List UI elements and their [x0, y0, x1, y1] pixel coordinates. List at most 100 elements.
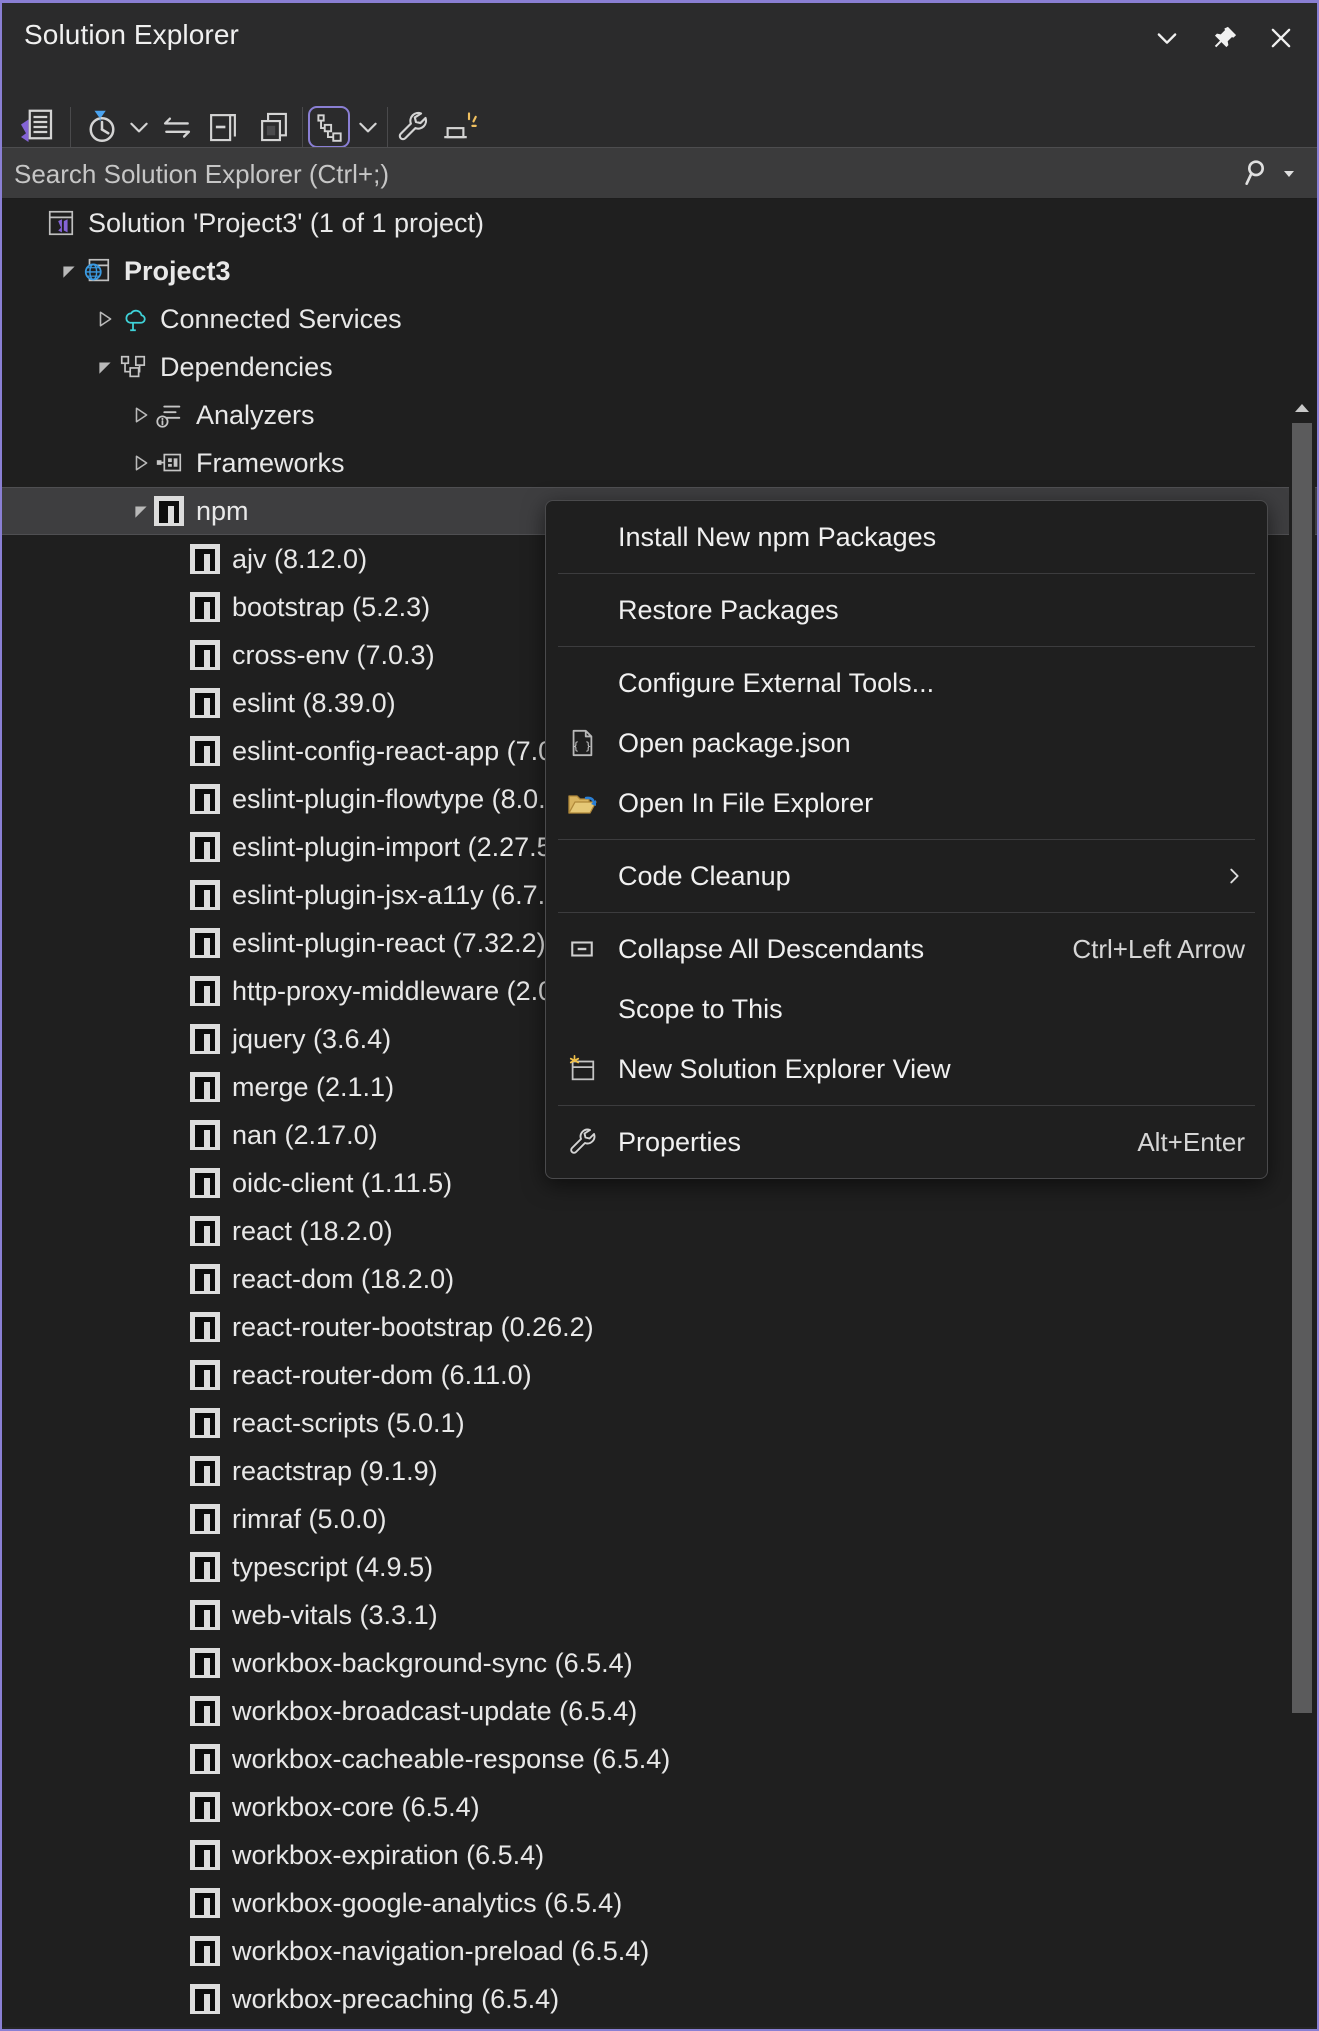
collapse-icon: [546, 936, 618, 962]
connected-services-icon: [118, 304, 148, 334]
page-title: Solution Explorer: [24, 19, 239, 51]
menu-item[interactable]: Configure External Tools...: [546, 653, 1267, 713]
tree-row[interactable]: workbox-precaching (6.5.4): [2, 1975, 1317, 2023]
view-dropdown-chevron-icon[interactable]: [355, 114, 381, 140]
expander-collapsed-icon[interactable]: [128, 450, 154, 476]
tree-row[interactable]: rimraf (5.0.0): [2, 1495, 1317, 1543]
tree-row-label: jquery (3.6.4): [232, 1026, 391, 1053]
search-dropdown-caret-icon: [1281, 165, 1297, 181]
home-view-icon[interactable]: [16, 107, 56, 147]
tree-row[interactable]: Analyzers: [2, 391, 1317, 439]
vertical-scrollbar[interactable]: [1289, 397, 1315, 2025]
search-magnifier-icon[interactable]: [1242, 157, 1297, 189]
vertical-scroll-thumb[interactable]: [1292, 423, 1312, 1713]
tree-row-label: workbox-precaching (6.5.4): [232, 1986, 559, 2013]
collapse-all-icon[interactable]: [204, 108, 242, 146]
expander-collapsed-icon[interactable]: [128, 402, 154, 428]
npm-icon: [190, 1792, 220, 1822]
menu-item-shortcut: Alt+Enter: [1137, 1127, 1267, 1158]
tree-row[interactable]: react-scripts (5.0.1): [2, 1399, 1317, 1447]
npm-icon: [190, 1936, 220, 1966]
menu-item[interactable]: PropertiesAlt+Enter: [546, 1112, 1267, 1172]
tree-row[interactable]: workbox-broadcast-update (6.5.4): [2, 1687, 1317, 1735]
tree-row[interactable]: workbox-core (6.5.4): [2, 1783, 1317, 1831]
menu-item-label: Collapse All Descendants: [618, 934, 1072, 965]
menu-divider: [558, 1105, 1255, 1106]
expander-expanded-icon[interactable]: [56, 258, 82, 284]
menu-item-label: Configure External Tools...: [618, 668, 1267, 699]
tree-row-label: react-dom (18.2.0): [232, 1266, 454, 1293]
npm-icon: [190, 1600, 220, 1630]
tree-row[interactable]: web-vitals (3.3.1): [2, 1591, 1317, 1639]
panel-toolbar: [2, 75, 1317, 147]
menu-item-label: New Solution Explorer View: [618, 1054, 1267, 1085]
tree-row-label: cross-env (7.0.3): [232, 642, 435, 669]
view-class-diagram-icon[interactable]: [312, 110, 346, 144]
tree-row-label: workbox-core (6.5.4): [232, 1794, 480, 1821]
tree-row[interactable]: workbox-cacheable-response (6.5.4): [2, 1735, 1317, 1783]
tree-row[interactable]: reactstrap (9.1.9): [2, 1447, 1317, 1495]
npm-icon: [190, 1456, 220, 1486]
menu-item[interactable]: Collapse All DescendantsCtrl+Left Arrow: [546, 919, 1267, 979]
npm-icon: [190, 1504, 220, 1534]
npm-icon: [190, 640, 220, 670]
svg-text:{ }: { }: [573, 741, 592, 753]
sync-with-active-document-icon[interactable]: [158, 108, 196, 146]
npm-icon: [190, 1408, 220, 1438]
tree-row[interactable]: workbox-background-sync (6.5.4): [2, 1639, 1317, 1687]
tree-row-label: workbox-cacheable-response (6.5.4): [232, 1746, 670, 1773]
menu-divider: [558, 839, 1255, 840]
tree-row[interactable]: Solution 'Project3' (1 of 1 project): [2, 199, 1317, 247]
chevron-down-icon[interactable]: [1141, 13, 1193, 63]
tree-row[interactable]: Dependencies: [2, 343, 1317, 391]
solution-explorer-panel: Solution Explorer: [0, 0, 1319, 2031]
tree-row-label: eslint-plugin-jsx-a11y (6.7.1): [232, 882, 569, 909]
show-all-files-icon[interactable]: [255, 108, 293, 146]
menu-item[interactable]: Scope to This: [546, 979, 1267, 1039]
tree-row-label: eslint-plugin-import (2.27.5): [232, 834, 561, 861]
menu-item[interactable]: New Solution Explorer View: [546, 1039, 1267, 1099]
expander-collapsed-icon[interactable]: [92, 306, 118, 332]
npm-icon: [190, 544, 220, 574]
filter-dropdown-chevron-icon[interactable]: [126, 114, 152, 140]
solution-icon: [46, 208, 76, 238]
tree-row-label: eslint-plugin-react (7.32.2): [232, 930, 546, 957]
web-project-icon: [82, 256, 112, 286]
tree-row-label: workbox-broadcast-update (6.5.4): [232, 1698, 637, 1725]
menu-item[interactable]: Open In File Explorer: [546, 773, 1267, 833]
tree-row[interactable]: Project3: [2, 247, 1317, 295]
tree-row[interactable]: react-router-bootstrap (0.26.2): [2, 1303, 1317, 1351]
menu-item[interactable]: Restore Packages: [546, 580, 1267, 640]
expander-expanded-icon[interactable]: [128, 498, 154, 524]
tree-row-label: merge (2.1.1): [232, 1074, 394, 1101]
tree-row-label: Analyzers: [196, 402, 315, 429]
tree-row[interactable]: workbox-expiration (6.5.4): [2, 1831, 1317, 1879]
tree-row[interactable]: workbox-navigation-preload (6.5.4): [2, 1927, 1317, 1975]
tools-options-icon[interactable]: [442, 109, 478, 145]
tree-row-label: typescript (4.9.5): [232, 1554, 433, 1581]
json-file-icon: { }: [546, 728, 618, 758]
menu-item[interactable]: { } Open package.json: [546, 713, 1267, 773]
menu-item[interactable]: Code Cleanup: [546, 846, 1267, 906]
tree-row[interactable]: Frameworks: [2, 439, 1317, 487]
npm-context-menu: Install New npm Packages Restore Packages…: [545, 500, 1268, 1179]
expander-expanded-icon[interactable]: [92, 354, 118, 380]
search-input[interactable]: [14, 148, 1194, 200]
pin-icon[interactable]: [1199, 13, 1251, 63]
tree-row[interactable]: typescript (4.9.5): [2, 1543, 1317, 1591]
tree-row-label: react-scripts (5.0.1): [232, 1410, 465, 1437]
tree-row-label: react-router-bootstrap (0.26.2): [232, 1314, 594, 1341]
close-icon[interactable]: [1255, 13, 1307, 63]
tree-row[interactable]: workbox-google-analytics (6.5.4): [2, 1879, 1317, 1927]
npm-icon: [190, 1984, 220, 2014]
tree-row[interactable]: react (18.2.0): [2, 1207, 1317, 1255]
menu-item[interactable]: Install New npm Packages: [546, 507, 1267, 567]
pending-changes-clock-icon[interactable]: [82, 107, 122, 147]
properties-wrench-icon[interactable]: [394, 109, 430, 145]
npm-icon: [190, 1648, 220, 1678]
tree-row[interactable]: Connected Services: [2, 295, 1317, 343]
tree-row[interactable]: react-dom (18.2.0): [2, 1255, 1317, 1303]
dependencies-icon: [118, 352, 148, 382]
scroll-up-arrow-icon[interactable]: [1289, 397, 1315, 419]
tree-row[interactable]: react-router-dom (6.11.0): [2, 1351, 1317, 1399]
